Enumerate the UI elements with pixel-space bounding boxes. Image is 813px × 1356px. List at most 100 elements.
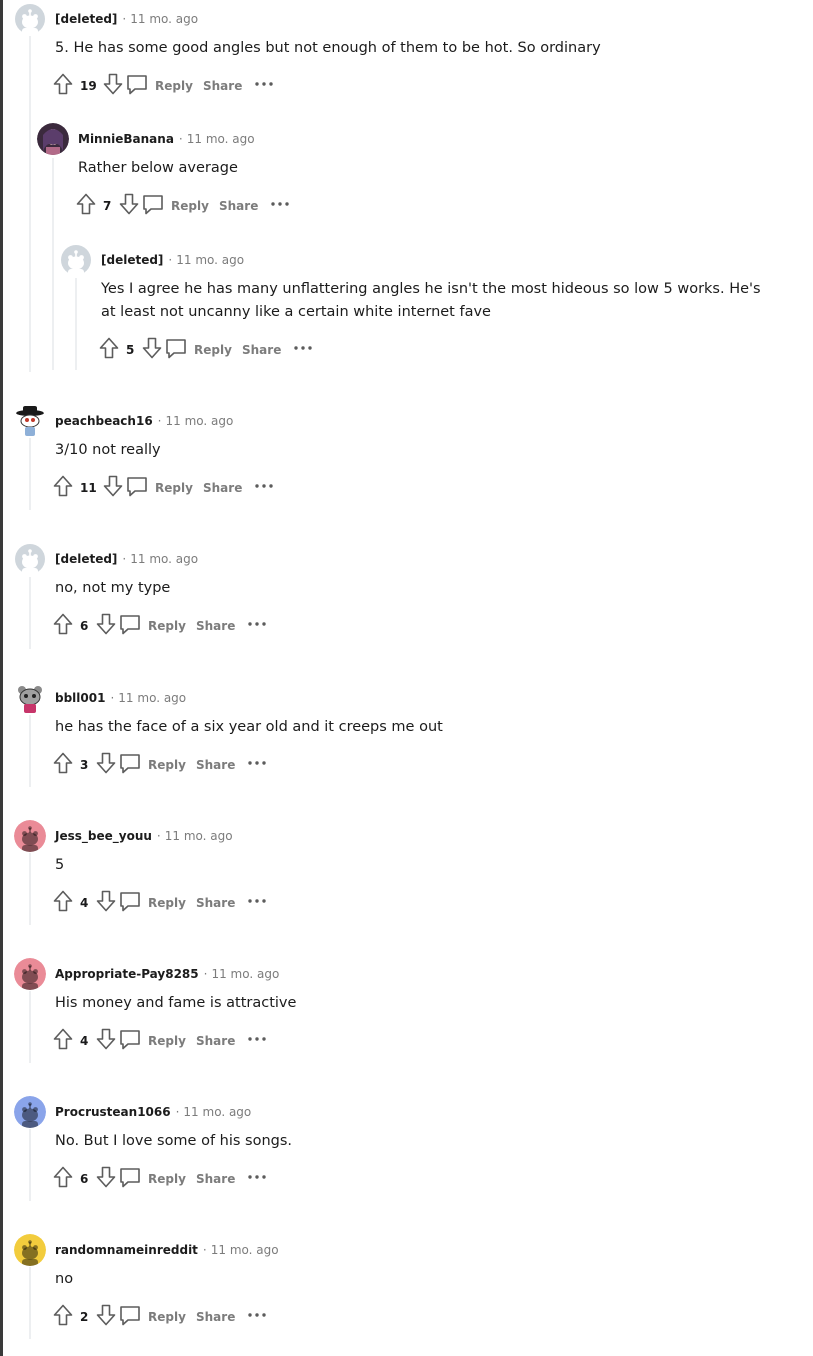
deleted-avatar-icon [61,245,91,276]
comment-age[interactable]: 11 mo. ago [130,12,198,26]
share-button[interactable]: Share [196,1309,235,1325]
avatar[interactable] [37,123,69,155]
upvote-icon[interactable] [53,73,73,95]
more-options-icon[interactable] [254,73,274,92]
downvote-icon[interactable] [96,1304,116,1326]
thread-line[interactable] [29,991,31,1063]
share-button[interactable]: Share [242,342,281,358]
comment-age[interactable]: 11 mo. ago [118,691,186,705]
avatar[interactable] [14,958,46,990]
more-options-icon[interactable] [293,337,313,356]
share-button[interactable]: Share [196,618,235,634]
upvote-icon[interactable] [53,1304,73,1326]
author-name[interactable]: Appropriate-Pay8285 [55,967,199,981]
reply-button[interactable]: Reply [119,1166,189,1192]
thread-line[interactable] [52,158,54,370]
downvote-icon[interactable] [96,1166,116,1188]
comment-age[interactable]: 11 mo. ago [187,132,255,146]
author-name[interactable]: Procrustean1066 [55,1105,171,1119]
avatar[interactable] [14,1096,46,1128]
downvote-icon[interactable] [96,1028,116,1050]
thread-line[interactable] [29,577,31,649]
share-button[interactable]: Share [203,480,242,496]
downvote-icon[interactable] [142,337,162,359]
reply-button[interactable]: Reply [119,613,189,639]
upvote-icon[interactable] [53,475,73,497]
comment-actions: 7 Reply Share [76,193,376,219]
author-name[interactable]: [deleted] [55,12,117,26]
meta-separator: · [122,552,127,566]
author-name[interactable]: bbll001 [55,691,105,705]
vote-count: 2 [80,1310,89,1324]
avatar[interactable] [60,244,92,276]
thread-line[interactable] [29,1267,31,1339]
downvote-icon[interactable] [103,475,123,497]
comment-age[interactable]: 11 mo. ago [183,1105,251,1119]
thread-line[interactable] [29,1129,31,1201]
upvote-icon[interactable] [53,1166,73,1188]
reply-button[interactable]: Reply [119,890,189,916]
author-name[interactable]: [deleted] [55,552,117,566]
reply-button[interactable]: Reply [126,475,196,501]
avatar[interactable] [14,1234,46,1266]
upvote-icon[interactable] [99,337,119,359]
reply-button[interactable]: Reply [119,752,189,778]
more-options-icon[interactable] [254,475,274,494]
thread-line[interactable] [29,438,31,510]
reply-button[interactable]: Reply [142,193,212,219]
comment-age[interactable]: 11 mo. ago [176,253,244,267]
more-options-icon[interactable] [270,193,290,212]
avatar[interactable] [14,3,46,35]
more-options-icon[interactable] [247,890,267,909]
comment-age[interactable]: 11 mo. ago [165,829,233,843]
share-button[interactable]: Share [196,757,235,773]
comment-body: 5 [55,857,65,873]
author-name[interactable]: [deleted] [101,253,163,267]
thread-line[interactable] [29,36,31,372]
upvote-icon[interactable] [53,613,73,635]
comment-age[interactable]: 11 mo. ago [130,552,198,566]
thread-line[interactable] [29,853,31,925]
avatar[interactable] [14,682,46,714]
deleted-avatar-icon [15,4,45,35]
author-name[interactable]: Jess_bee_youu [55,829,152,843]
reply-button[interactable]: Reply [126,73,196,99]
avatar[interactable] [14,820,46,852]
more-options-icon[interactable] [247,1028,267,1047]
share-button[interactable]: Share [219,198,258,214]
more-options-icon[interactable] [247,1166,267,1185]
avatar[interactable] [14,405,46,437]
downvote-icon[interactable] [119,193,139,215]
comment-age[interactable]: 11 mo. ago [211,1243,279,1257]
thread-line[interactable] [29,715,31,787]
vote-count: 5 [126,343,135,357]
share-button[interactable]: Share [196,1171,235,1187]
thread-line[interactable] [75,278,77,370]
more-options-icon[interactable] [247,752,267,771]
reply-label: Reply [155,481,193,495]
share-button[interactable]: Share [203,78,242,94]
share-button[interactable]: Share [196,1033,235,1049]
downvote-icon[interactable] [96,752,116,774]
upvote-icon[interactable] [53,1028,73,1050]
reply-button[interactable]: Reply [119,1028,189,1054]
avatar[interactable] [14,543,46,575]
comment-thread: [deleted] · 11 mo. ago 5. He has some good … [0,0,813,1356]
reply-button[interactable]: Reply [165,337,235,363]
comment-age[interactable]: 11 mo. ago [166,414,234,428]
downvote-icon[interactable] [96,613,116,635]
comment-bubble-icon [119,1304,141,1326]
upvote-icon[interactable] [53,890,73,912]
downvote-icon[interactable] [96,890,116,912]
author-name[interactable]: peachbeach16 [55,414,153,428]
reply-button[interactable]: Reply [119,1304,189,1330]
more-options-icon[interactable] [247,1304,267,1323]
share-button[interactable]: Share [196,895,235,911]
downvote-icon[interactable] [103,73,123,95]
comment-age[interactable]: 11 mo. ago [211,967,279,981]
more-options-icon[interactable] [247,613,267,632]
upvote-icon[interactable] [53,752,73,774]
author-name[interactable]: randomnameinreddit [55,1243,198,1257]
author-name[interactable]: MinnieBanana [78,132,174,146]
upvote-icon[interactable] [76,193,96,215]
